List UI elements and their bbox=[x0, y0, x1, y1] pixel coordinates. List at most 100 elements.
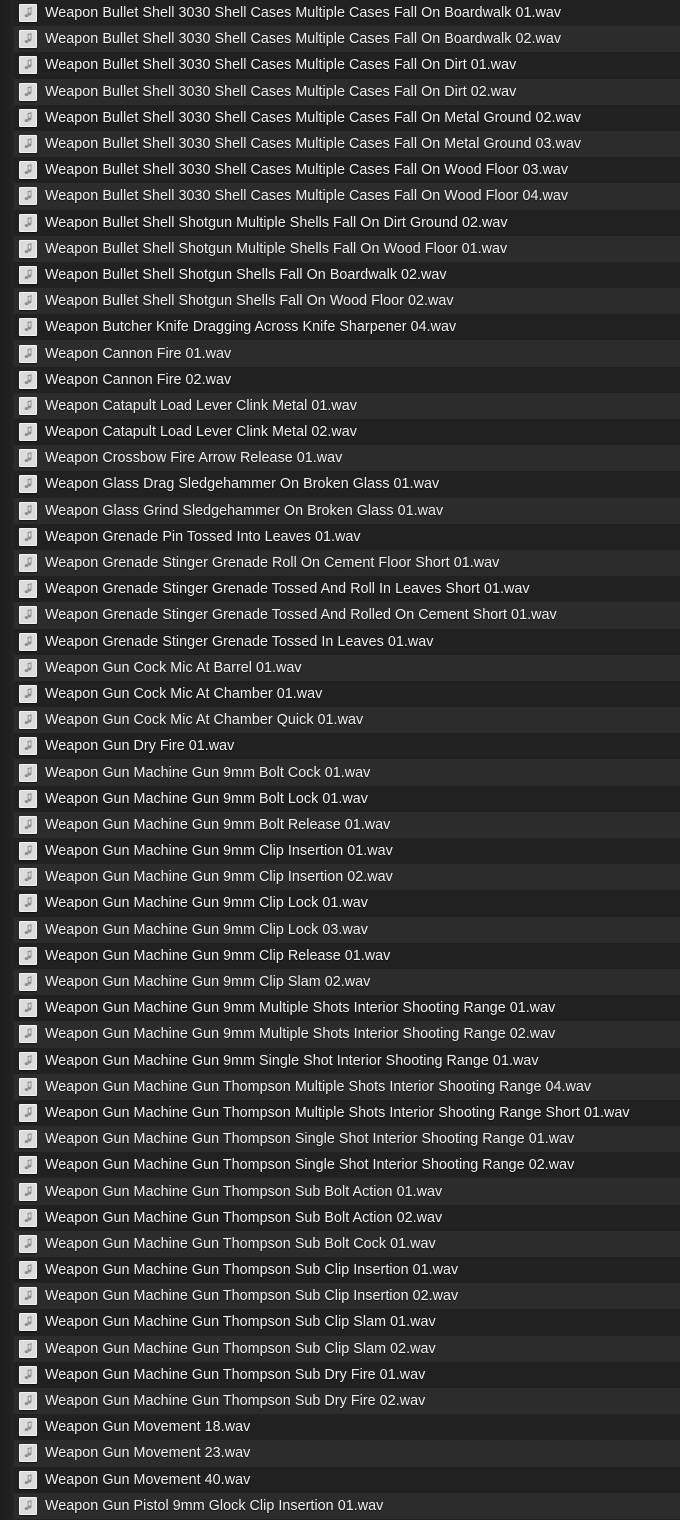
file-name-label: Weapon Gun Machine Gun 9mm Bolt Cock 01.… bbox=[45, 764, 371, 781]
file-row[interactable]: Weapon Bullet Shell 3030 Shell Cases Mul… bbox=[0, 104, 680, 131]
audio-file-icon bbox=[19, 1444, 37, 1463]
file-name-label: Weapon Gun Movement 40.wav bbox=[45, 1471, 251, 1488]
file-name-label: Weapon Gun Machine Gun Thompson Sub Clip… bbox=[45, 1314, 436, 1331]
file-row[interactable]: Weapon Bullet Shell Shotgun Shells Fall … bbox=[0, 288, 680, 315]
audio-file-icon bbox=[19, 30, 37, 49]
file-row[interactable]: Weapon Gun Machine Gun 9mm Clip Slam 02.… bbox=[0, 968, 680, 996]
file-name-label: Weapon Catapult Load Lever Clink Metal 0… bbox=[45, 397, 357, 414]
file-row[interactable]: Weapon Bullet Shell 3030 Shell Cases Mul… bbox=[0, 130, 680, 158]
file-row[interactable]: Weapon Gun Cock Mic At Barrel 01.wav bbox=[0, 654, 680, 681]
file-row[interactable]: Weapon Gun Machine Gun Thompson Single S… bbox=[0, 1152, 680, 1179]
audio-file-icon bbox=[19, 344, 37, 363]
file-name-label: Weapon Bullet Shell 3030 Shell Cases Mul… bbox=[45, 188, 569, 205]
audio-file-icon bbox=[19, 82, 37, 101]
file-row[interactable]: Weapon Gun Machine Gun 9mm Multiple Shot… bbox=[0, 1021, 680, 1048]
audio-file-icon bbox=[19, 580, 37, 599]
file-row[interactable]: Weapon Bullet Shell 3030 Shell Cases Mul… bbox=[0, 52, 680, 79]
file-row[interactable]: Weapon Gun Machine Gun 9mm Clip Insertio… bbox=[0, 838, 680, 865]
file-row[interactable]: Weapon Catapult Load Lever Clink Metal 0… bbox=[0, 392, 680, 419]
file-row[interactable]: Weapon Gun Cock Mic At Chamber 01.wav bbox=[0, 680, 680, 708]
file-row[interactable]: Weapon Bullet Shell 3030 Shell Cases Mul… bbox=[0, 26, 680, 53]
file-row[interactable]: Weapon Gun Machine Gun 9mm Single Shot I… bbox=[0, 1047, 680, 1074]
audio-file-icon bbox=[19, 501, 37, 520]
audio-file-icon bbox=[19, 789, 37, 808]
file-row[interactable]: Weapon Glass Grind Sledgehammer On Broke… bbox=[0, 497, 680, 524]
audio-file-icon bbox=[19, 1208, 37, 1227]
file-row[interactable]: Weapon Bullet Shell Shotgun Shells Fall … bbox=[0, 261, 680, 289]
file-row[interactable]: Weapon Grenade Stinger Grenade Tossed An… bbox=[0, 576, 680, 603]
file-row[interactable]: Weapon Gun Machine Gun 9mm Multiple Shot… bbox=[0, 995, 680, 1022]
file-row[interactable]: Weapon Grenade Stinger Grenade Roll On C… bbox=[0, 549, 680, 577]
file-row[interactable]: Weapon Bullet Shell 3030 Shell Cases Mul… bbox=[0, 78, 680, 105]
file-row[interactable]: Weapon Gun Machine Gun 9mm Bolt Lock 01.… bbox=[0, 785, 680, 812]
file-row[interactable]: Weapon Bullet Shell Shotgun Multiple She… bbox=[0, 209, 680, 236]
file-name-label: Weapon Gun Machine Gun Thompson Sub Bolt… bbox=[45, 1183, 443, 1200]
file-name-label: Weapon Gun Machine Gun 9mm Clip Release … bbox=[45, 947, 391, 964]
file-name-label: Weapon Bullet Shell 3030 Shell Cases Mul… bbox=[45, 5, 562, 22]
file-row[interactable]: Weapon Cannon Fire 02.wav bbox=[0, 366, 680, 393]
file-row[interactable]: Weapon Gun Machine Gun 9mm Clip Release … bbox=[0, 942, 680, 969]
file-row[interactable]: Weapon Gun Dry Fire 01.wav bbox=[0, 733, 680, 760]
file-row[interactable]: Weapon Gun Movement 18.wav bbox=[0, 1414, 680, 1441]
file-row[interactable]: Weapon Gun Machine Gun 9mm Bolt Cock 01.… bbox=[0, 759, 680, 786]
file-name-label: Weapon Gun Machine Gun 9mm Clip Lock 01.… bbox=[45, 895, 368, 912]
file-row[interactable]: Weapon Cannon Fire 01.wav bbox=[0, 340, 680, 367]
file-name-label: Weapon Gun Machine Gun Thompson Single S… bbox=[45, 1157, 575, 1174]
file-row[interactable]: Weapon Gun Cock Mic At Chamber Quick 01.… bbox=[0, 707, 680, 734]
file-row[interactable]: Weapon Gun Machine Gun 9mm Clip Lock 03.… bbox=[0, 916, 680, 943]
file-row[interactable]: Weapon Gun Machine Gun 9mm Clip Lock 01.… bbox=[0, 890, 680, 917]
file-name-label: Weapon Gun Pistol 9mm Glock Clip Inserti… bbox=[45, 1497, 384, 1514]
file-name-label: Weapon Grenade Stinger Grenade Roll On C… bbox=[45, 555, 500, 572]
file-row[interactable]: Weapon Gun Machine Gun Thompson Sub Bolt… bbox=[0, 1230, 680, 1257]
file-row[interactable]: Weapon Gun Pistol 9mm Glock Clip Inserti… bbox=[0, 1492, 680, 1519]
file-row[interactable]: Weapon Bullet Shell Shotgun Multiple She… bbox=[0, 235, 680, 262]
audio-file-icon bbox=[19, 658, 37, 677]
file-row[interactable]: Weapon Bullet Shell 3030 Shell Cases Mul… bbox=[0, 157, 680, 184]
file-name-label: Weapon Glass Drag Sledgehammer On Broken… bbox=[45, 476, 440, 493]
file-row[interactable]: Weapon Bullet Shell 3030 Shell Cases Mul… bbox=[0, 183, 680, 210]
audio-file-icon bbox=[19, 1156, 37, 1175]
file-row[interactable]: Weapon Gun Machine Gun Thompson Single S… bbox=[0, 1126, 680, 1153]
audio-file-icon bbox=[19, 1313, 37, 1332]
file-list[interactable]: Weapon Bullet Shell 3030 Shell Cases Mul… bbox=[0, 0, 680, 1520]
file-row[interactable]: Weapon Grenade Stinger Grenade Tossed An… bbox=[0, 602, 680, 629]
file-row[interactable]: Weapon Glass Drag Sledgehammer On Broken… bbox=[0, 471, 680, 498]
audio-file-icon bbox=[19, 711, 37, 730]
file-name-label: Weapon Bullet Shell 3030 Shell Cases Mul… bbox=[45, 57, 517, 74]
audio-file-icon bbox=[19, 56, 37, 75]
file-name-label: Weapon Gun Machine Gun Thompson Single S… bbox=[45, 1131, 575, 1148]
file-row[interactable]: Weapon Gun Machine Gun Thompson Sub Dry … bbox=[0, 1361, 680, 1388]
file-row[interactable]: Weapon Gun Machine Gun Thompson Sub Clip… bbox=[0, 1309, 680, 1336]
file-row[interactable]: Weapon Gun Machine Gun Thompson Sub Clip… bbox=[0, 1257, 680, 1284]
audio-file-icon bbox=[19, 187, 37, 206]
file-row[interactable]: Weapon Gun Movement 23.wav bbox=[0, 1440, 680, 1467]
file-row[interactable]: Weapon Butcher Knife Dragging Across Kni… bbox=[0, 314, 680, 341]
file-name-label: Weapon Grenade Pin Tossed Into Leaves 01… bbox=[45, 528, 361, 545]
audio-file-icon bbox=[19, 632, 37, 651]
file-row[interactable]: Weapon Gun Movement 40.wav bbox=[0, 1466, 680, 1493]
file-row[interactable]: Weapon Crossbow Fire Arrow Release 01.wa… bbox=[0, 445, 680, 472]
file-row[interactable]: Weapon Gun Machine Gun Thompson Sub Clip… bbox=[0, 1283, 680, 1310]
file-row[interactable]: Weapon Gun Machine Gun 9mm Bolt Release … bbox=[0, 811, 680, 838]
file-row[interactable]: Weapon Gun Machine Gun Thompson Sub Clip… bbox=[0, 1335, 680, 1362]
file-row[interactable]: Weapon Gun Machine Gun Thompson Multiple… bbox=[0, 1073, 680, 1100]
file-row[interactable]: Weapon Gun Machine Gun Thompson Sub Bolt… bbox=[0, 1178, 680, 1205]
file-row[interactable]: Weapon Gun Machine Gun Thompson Multiple… bbox=[0, 1099, 680, 1127]
file-row[interactable]: Weapon Bullet Shell 3030 Shell Cases Mul… bbox=[0, 0, 680, 27]
audio-file-icon bbox=[19, 161, 37, 180]
file-name-label: Weapon Gun Machine Gun Thompson Sub Clip… bbox=[45, 1288, 459, 1305]
file-row[interactable]: Weapon Catapult Load Lever Clink Metal 0… bbox=[0, 419, 680, 446]
file-row[interactable]: Weapon Grenade Stinger Grenade Tossed In… bbox=[0, 628, 680, 655]
file-name-label: Weapon Grenade Stinger Grenade Tossed In… bbox=[45, 633, 434, 650]
file-name-label: Weapon Gun Machine Gun Thompson Sub Dry … bbox=[45, 1366, 426, 1383]
file-name-label: Weapon Gun Cock Mic At Barrel 01.wav bbox=[45, 659, 302, 676]
file-row[interactable]: Weapon Gun Machine Gun Thompson Sub Dry … bbox=[0, 1387, 680, 1415]
audio-file-icon bbox=[19, 449, 37, 468]
audio-file-icon bbox=[19, 108, 37, 127]
file-name-label: Weapon Gun Dry Fire 01.wav bbox=[45, 738, 235, 755]
file-row[interactable]: Weapon Gun Machine Gun Thompson Sub Bolt… bbox=[0, 1204, 680, 1231]
audio-file-icon bbox=[19, 1470, 37, 1489]
audio-file-icon bbox=[19, 1339, 37, 1358]
file-row[interactable]: Weapon Grenade Pin Tossed Into Leaves 01… bbox=[0, 523, 680, 550]
file-row[interactable]: Weapon Gun Machine Gun 9mm Clip Insertio… bbox=[0, 864, 680, 891]
